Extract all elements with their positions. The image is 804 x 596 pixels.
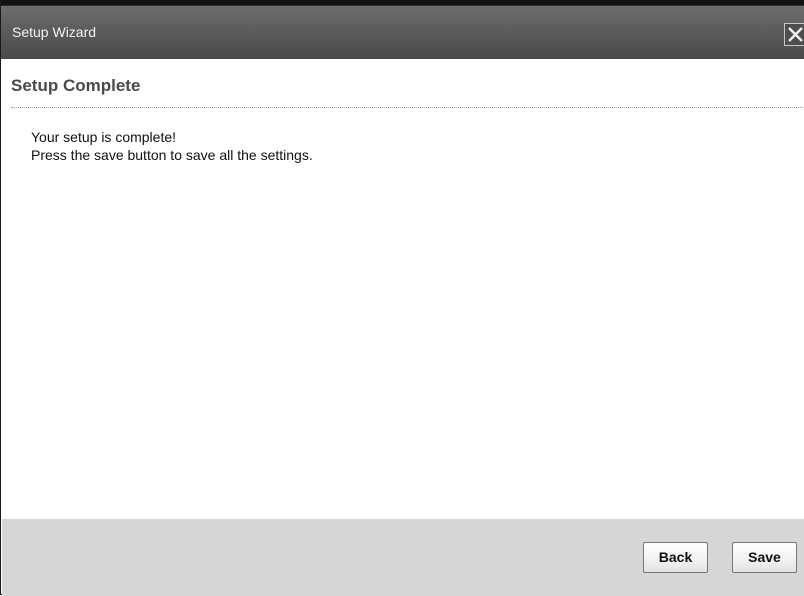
message-line-1: Your setup is complete! <box>31 129 177 145</box>
completion-message: Your setup is complete! Press the save b… <box>31 128 313 164</box>
back-button[interactable]: Back <box>643 542 708 573</box>
title-bar: Setup Wizard <box>1 5 804 59</box>
section-title: Setup Complete <box>11 76 141 95</box>
close-button[interactable] <box>784 23 804 46</box>
save-button[interactable]: Save <box>732 542 797 573</box>
window-title: Setup Wizard <box>12 24 97 40</box>
close-icon <box>788 27 803 42</box>
section-divider <box>11 107 804 108</box>
setup-wizard-window: Setup Wizard Setup Complete Your setup i… <box>0 0 804 596</box>
message-line-2: Press the save button to save all the se… <box>31 147 313 163</box>
